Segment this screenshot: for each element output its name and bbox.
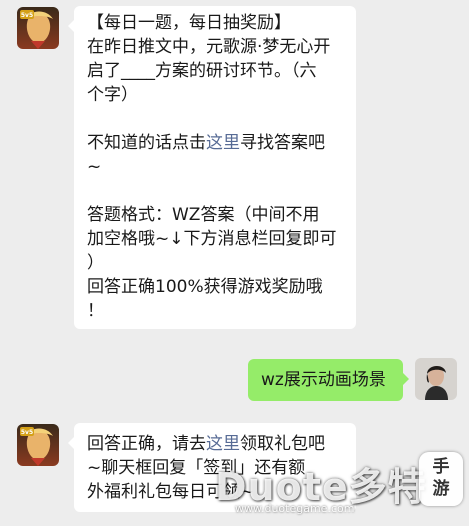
svg-text:5v5: 5v5 (21, 12, 33, 19)
user-avatar-icon[interactable] (415, 358, 457, 400)
message-text: 回答正确100%获得游戏奖励哦 (87, 277, 323, 297)
message-text: ） (87, 253, 104, 273)
game-avatar-icon[interactable]: 5v5 (17, 7, 59, 49)
svg-text:5v5: 5v5 (21, 429, 33, 436)
message-bubble: 回答正确，请去这里领取礼包吧 ~聊天框回复「签到」还有额 外福利礼包每日可领~ (68, 423, 356, 512)
message-text: wz展示动画场景 (261, 370, 386, 390)
watermark-badge: 手游 (419, 452, 463, 506)
message-text: 答题格式：WZ答案（中间不用 (87, 205, 320, 225)
message-text: ~ (87, 157, 102, 177)
message-bubble: 【每日一题，每日抽奖励】 在昨日推文中，元歌源·梦无心开 启了____方案的研讨… (68, 6, 356, 329)
reward-link[interactable]: 这里 (206, 434, 240, 454)
message-text: 在昨日推文中，元歌源·梦无心开 (87, 37, 331, 57)
message-text: ~聊天框回复「签到」还有额 (87, 458, 306, 478)
message-text: 不知道的话点击这里寻找答案吧 (87, 133, 325, 153)
game-avatar-icon[interactable]: 5v5 (17, 424, 59, 466)
message-text: 个字） (87, 85, 138, 105)
answer-link[interactable]: 这里 (206, 133, 240, 153)
message-text: 【每日一题，每日抽奖励】 (87, 13, 291, 33)
message-text: 加空格哦~↓下方消息栏回复即可 (87, 229, 337, 249)
message-text: 外福利礼包每日可领~ (87, 482, 255, 502)
message-text: ！ (87, 301, 104, 321)
message-text: 回答正确，请去这里领取礼包吧 (87, 434, 325, 454)
message-text: 启了____方案的研讨环节。（六 (87, 61, 317, 81)
message-bubble: wz展示动画场景 (248, 359, 409, 401)
